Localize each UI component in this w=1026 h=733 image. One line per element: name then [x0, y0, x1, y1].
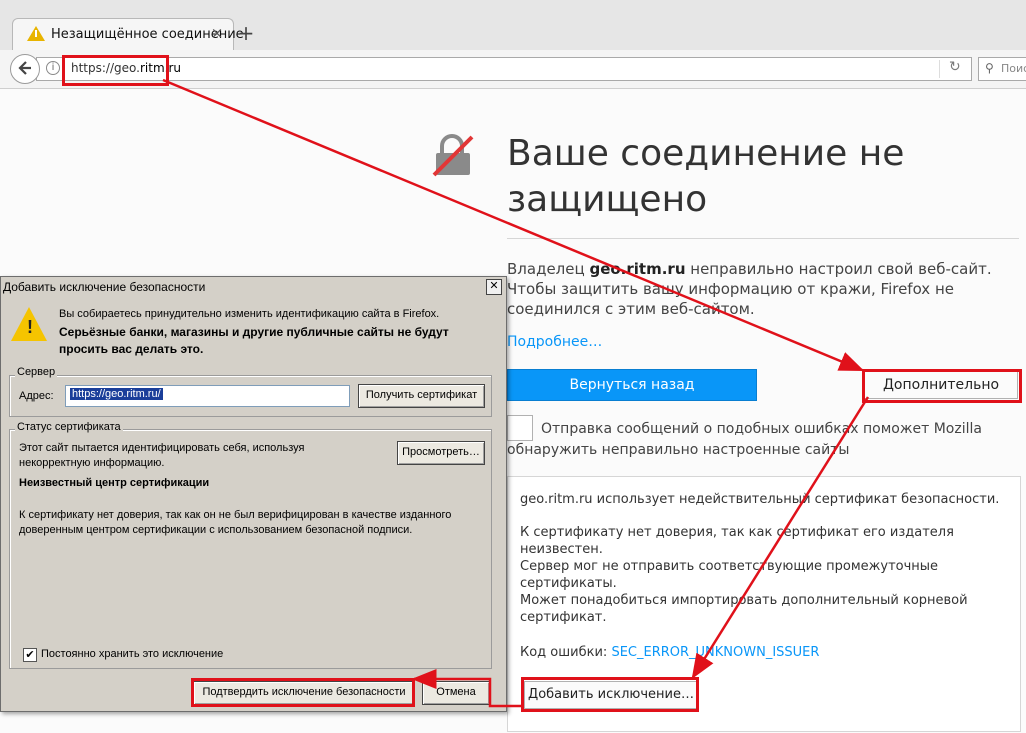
- error-code: Код ошибки: SEC_ERROR_UNKNOWN_ISSUER: [520, 645, 820, 660]
- reload-icon[interactable]: ↻: [949, 59, 961, 75]
- annotation-highlight-advanced: [862, 369, 1022, 403]
- learn-more-link[interactable]: Подробнее…: [507, 334, 602, 350]
- status-legend: Статус сертификата: [15, 421, 123, 433]
- divider: [507, 238, 1019, 239]
- permanent-exception-label[interactable]: Постоянно хранить это исключение: [41, 648, 223, 660]
- dialog-intro: Вы собираетесь принудительно изменить ид…: [59, 308, 440, 320]
- dialog-warning: Серьёзные банки, магазины и другие публи…: [59, 325, 449, 356]
- close-tab-icon[interactable]: ×: [209, 24, 225, 42]
- warning-icon-mark: [35, 30, 37, 37]
- annotation-highlight-add-exception: [521, 677, 699, 712]
- annotation-highlight-confirm: [191, 678, 415, 707]
- address-field[interactable]: https://geo.ritm.ru/: [65, 385, 350, 407]
- address-value: https://geo.ritm.ru/: [70, 388, 163, 400]
- advanced-line: geo.ritm.ru использует недействительный …: [520, 492, 1000, 507]
- add-security-exception-dialog: Добавить исключение безопасности ✕ ! Вы …: [0, 276, 507, 712]
- go-back-button[interactable]: Вернуться назад: [507, 369, 757, 401]
- permanent-exception-checkbox[interactable]: ✔: [23, 648, 37, 662]
- tab-active[interactable]: Незащищённое соединение ×: [12, 18, 244, 51]
- back-arrow-icon: [18, 61, 31, 75]
- status-text: Этот сайт пытается идентифицировать себя…: [19, 442, 305, 469]
- annotation-highlight-url: [62, 55, 169, 86]
- back-button[interactable]: [10, 54, 40, 84]
- info-icon[interactable]: i: [46, 61, 60, 75]
- error-code-link[interactable]: SEC_ERROR_UNKNOWN_ISSUER: [611, 645, 819, 660]
- get-certificate-button[interactable]: Получить сертификат: [358, 384, 485, 408]
- advanced-line: К сертификату нет доверия, так как серти…: [520, 525, 954, 557]
- page-title: Ваше соединение не защищено: [507, 133, 905, 220]
- url-bar[interactable]: i https://geo.ritm.ru ↻: [36, 57, 972, 81]
- broken-lock-icon: [432, 134, 474, 177]
- view-certificate-button[interactable]: Просмотреть…: [397, 441, 485, 465]
- error-description: Владелец geo.ritm.ru неправильно настрои…: [507, 260, 992, 318]
- address-label: Адрес:: [19, 390, 54, 402]
- advanced-details: geo.ritm.ru использует недействительный …: [520, 491, 1010, 626]
- advanced-line: Сервер мог не отправить соответствующие …: [520, 559, 939, 591]
- server-legend: Сервер: [15, 366, 58, 378]
- status-detail: К сертификату нет доверия, так как он не…: [19, 509, 452, 536]
- cancel-button[interactable]: Отмена: [422, 681, 490, 705]
- close-dialog-button[interactable]: ✕: [486, 279, 502, 295]
- advanced-line: Может понадобиться импортировать дополни…: [520, 593, 968, 625]
- report-errors-label: Отправка сообщений о подобных ошибках по…: [507, 421, 982, 458]
- search-placeholder: Поис: [1001, 62, 1026, 75]
- status-heading: Неизвестный центр сертификации: [19, 477, 210, 489]
- search-bar[interactable]: ⚲ Поис: [978, 57, 1026, 81]
- search-icon: ⚲: [985, 61, 994, 75]
- divider: [939, 60, 940, 78]
- warning-icon-mark: !: [27, 317, 33, 337]
- dialog-title: Добавить исключение безопасности: [3, 280, 206, 294]
- new-tab-button[interactable]: +: [236, 20, 256, 46]
